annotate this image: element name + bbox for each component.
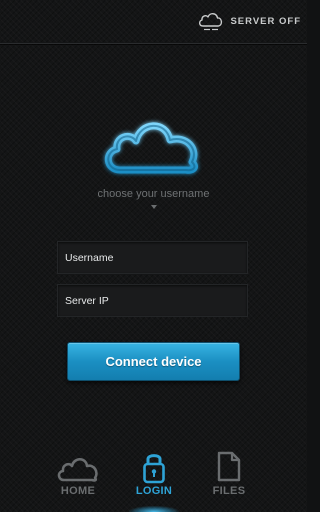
tab-login[interactable]: LOGIN [124,444,184,512]
active-tab-indicator [129,506,179,512]
server-ip-input[interactable] [58,285,247,316]
server-status-button[interactable]: SERVER OFF [197,10,301,32]
cloud-icon [104,122,198,174]
connect-device-button[interactable]: Connect device [67,342,240,381]
cloud-off-icon [199,13,223,31]
top-bar: SERVER OFF [0,0,307,44]
dropdown-arrow-icon [150,205,157,209]
bottom-nav: HOME LOGIN FILES [0,444,307,512]
username-picker[interactable]: choose your username [60,188,247,209]
username-input[interactable] [58,242,247,273]
tab-files-label: FILES [212,485,246,497]
file-icon [217,451,241,482]
cloud-icon [57,457,98,482]
tab-home[interactable]: HOME [48,444,108,512]
lock-icon [143,454,165,484]
tab-home-label: HOME [60,485,96,497]
tab-files[interactable]: FILES [199,444,259,512]
username-field-box [57,241,248,274]
server-status-label: SERVER OFF [230,15,301,27]
app-screen: SERVER OFF choose your username Connect … [0,0,307,512]
username-picker-label: choose your username [97,188,210,200]
tab-login-label: LOGIN [135,485,173,497]
server-ip-field-box [57,284,248,317]
